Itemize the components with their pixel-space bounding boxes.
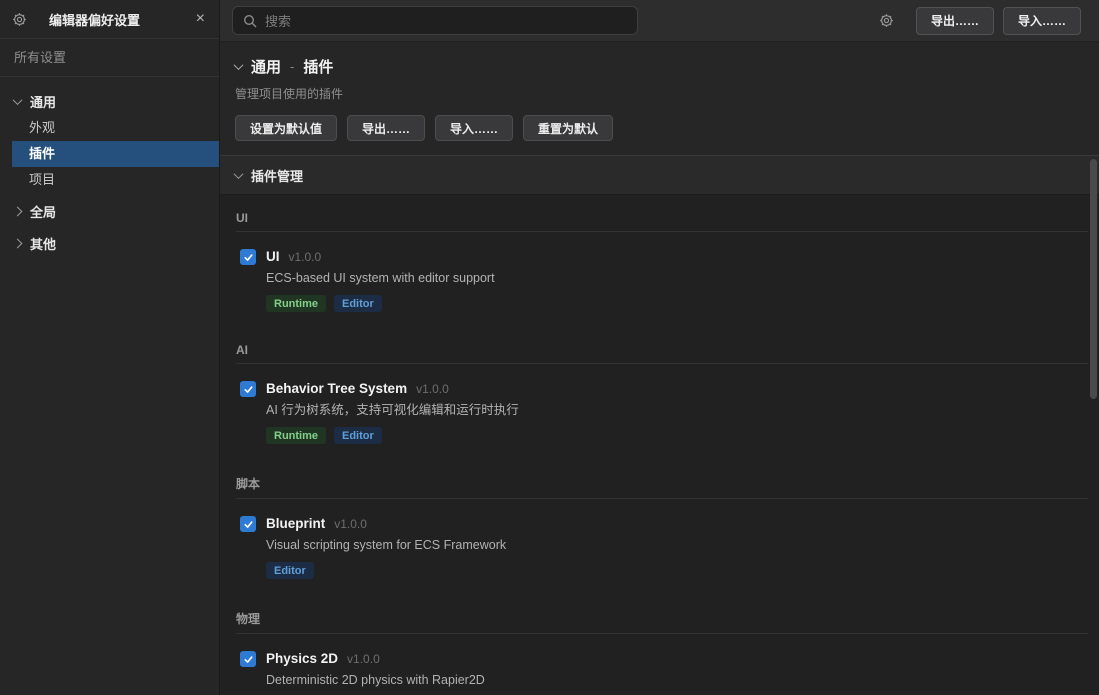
window-title: 编辑器偏好设置 [49, 10, 185, 29]
plugin-list: UI UI v1.0.0 ECS-based UI system with ed… [220, 195, 1099, 695]
settings-gear-icon [12, 12, 27, 27]
plugin-description: ECS-based UI system with editor support [266, 271, 495, 286]
import-button[interactable]: 导入…… [1003, 7, 1081, 35]
plugin-category-ai: AI Behavior Tree System v1.0.0 AI 行为树系统，… [236, 327, 1088, 459]
plugin-checkbox[interactable] [240, 651, 256, 667]
chevron-right-icon [13, 238, 23, 248]
plugin-checkbox[interactable] [240, 516, 256, 532]
plugin-description: Visual scripting system for ECS Framewor… [266, 538, 506, 553]
plugin-name: Blueprint [266, 516, 325, 532]
breadcrumb: 通用 - 插件 [235, 56, 1084, 77]
main-panel: 搜索 导出…… 导入…… 通用 - 插件 管理项目使用的插件 设置为默认值 导出… [220, 0, 1099, 695]
sidebar-nav: 通用 外观 插件 项目 全局 其他 [0, 77, 219, 257]
plugin-category-physics: 物理 Physics 2D v1.0.0 Deterministic 2D ph… [236, 594, 1088, 695]
tag-runtime: Runtime [266, 295, 326, 312]
content-header: 通用 - 插件 管理项目使用的插件 设置为默认值 导出…… 导入…… 重置为默认 [220, 42, 1099, 156]
export-settings-button[interactable]: 导出…… [347, 115, 425, 141]
preferences-sidebar: 编辑器偏好设置 × 所有设置 通用 外观 插件 项目 全局 其他 [0, 0, 220, 695]
tag-runtime: Runtime [266, 427, 326, 444]
plugin-version: v1.0.0 [334, 516, 367, 532]
category-label: UI [236, 211, 1088, 232]
plugin-version: v1.0.0 [347, 651, 380, 667]
category-label: AI [236, 343, 1088, 364]
sidebar-group-label: 其他 [30, 234, 56, 253]
section-title: 插件管理 [251, 166, 303, 185]
plugin-entry: Behavior Tree System v1.0.0 AI 行为树系统，支持可… [236, 364, 1088, 459]
plugin-name: Physics 2D [266, 651, 338, 667]
plugin-version: v1.0.0 [289, 249, 322, 265]
category-label: 脚本 [236, 475, 1088, 499]
breadcrumb-parent: 通用 [251, 56, 281, 77]
sidebar-item-appearance[interactable]: 外观 [12, 115, 219, 141]
sidebar-group-general[interactable]: 通用 [0, 87, 219, 115]
plugin-category-script: 脚本 Blueprint v1.0.0 Visual scripting sys… [236, 459, 1088, 594]
chevron-right-icon [13, 206, 23, 216]
search-icon [243, 14, 257, 28]
set-default-button[interactable]: 设置为默认值 [235, 115, 337, 141]
sidebar-group-label: 通用 [30, 92, 56, 111]
search-placeholder: 搜索 [265, 11, 291, 30]
sidebar-group-label: 全局 [30, 202, 56, 221]
plugin-entry: UI v1.0.0 ECS-based UI system with edito… [236, 232, 1088, 327]
sidebar-item-project[interactable]: 项目 [12, 167, 219, 193]
settings-icon[interactable] [879, 13, 894, 28]
export-button[interactable]: 导出…… [916, 7, 994, 35]
search-input[interactable]: 搜索 [232, 6, 638, 35]
import-settings-button[interactable]: 导入…… [435, 115, 513, 141]
sidebar-group-other[interactable]: 其他 [0, 229, 219, 257]
chevron-down-icon[interactable] [234, 60, 244, 70]
scrollbar-thumb[interactable] [1090, 159, 1097, 399]
sidebar-header: 编辑器偏好设置 × [0, 0, 219, 39]
plugin-checkbox[interactable] [240, 381, 256, 397]
tag-editor: Editor [334, 295, 382, 312]
plugin-name: UI [266, 249, 280, 265]
plugin-name: Behavior Tree System [266, 381, 407, 397]
sidebar-item-all-settings[interactable]: 所有设置 [0, 39, 219, 77]
sidebar-group-global[interactable]: 全局 [0, 197, 219, 225]
category-label: 物理 [236, 610, 1088, 634]
reset-default-button[interactable]: 重置为默认 [523, 115, 613, 141]
plugin-version: v1.0.0 [416, 381, 449, 397]
topbar: 搜索 导出…… 导入…… [220, 0, 1099, 42]
close-icon[interactable]: × [194, 11, 207, 27]
page-subtitle: 管理项目使用的插件 [235, 85, 1084, 102]
plugin-entry: Blueprint v1.0.0 Visual scripting system… [236, 499, 1088, 594]
plugin-description: Deterministic 2D physics with Rapier2D [266, 673, 485, 688]
section-plugin-management[interactable]: 插件管理 [220, 156, 1099, 195]
tag-editor: Editor [266, 562, 314, 579]
breadcrumb-current: 插件 [303, 56, 333, 77]
action-buttons: 设置为默认值 导出…… 导入…… 重置为默认 [235, 115, 1084, 141]
sidebar-item-plugins[interactable]: 插件 [12, 141, 219, 167]
plugin-checkbox[interactable] [240, 249, 256, 265]
plugin-entry: Physics 2D v1.0.0 Deterministic 2D physi… [236, 634, 1088, 695]
chevron-down-icon [13, 95, 23, 105]
breadcrumb-separator: - [290, 59, 294, 74]
chevron-down-icon [234, 169, 244, 179]
scroll-area: 插件管理 UI UI v1.0.0 ECS-based UI system wi… [220, 156, 1099, 695]
tag-editor: Editor [334, 427, 382, 444]
plugin-category-ui: UI UI v1.0.0 ECS-based UI system with ed… [236, 195, 1088, 327]
plugin-description: AI 行为树系统，支持可视化编辑和运行时执行 [266, 403, 519, 418]
